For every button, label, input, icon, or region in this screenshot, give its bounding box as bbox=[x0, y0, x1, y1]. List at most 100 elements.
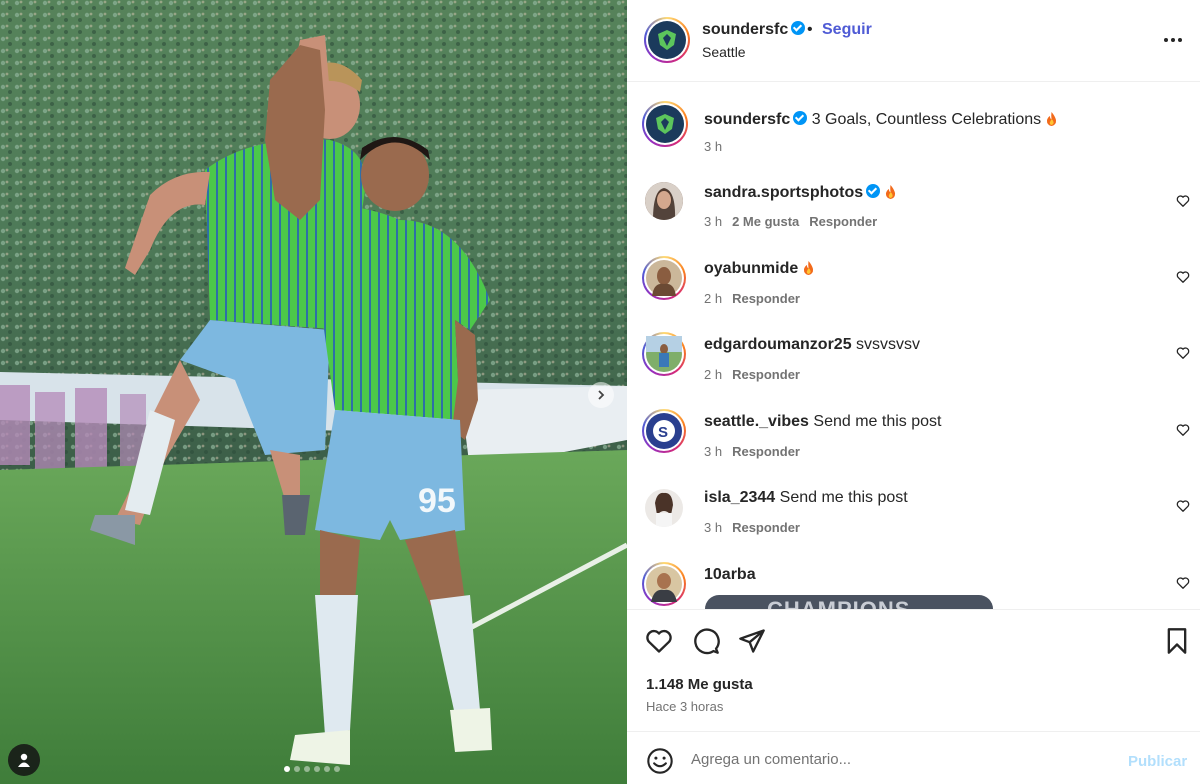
follow-button[interactable]: Seguir bbox=[822, 21, 872, 39]
verified-badge-icon bbox=[791, 21, 806, 35]
post-location[interactable]: Seattle bbox=[702, 44, 746, 60]
comment-input[interactable] bbox=[691, 744, 1111, 774]
comment-item: oyabunmide 2 h Responder bbox=[627, 256, 1200, 328]
fire-emoji-icon bbox=[803, 261, 813, 275]
comment-time: 3 h bbox=[704, 444, 723, 459]
reply-button[interactable]: Responder bbox=[732, 291, 800, 306]
carousel-indicators bbox=[284, 766, 340, 772]
comment-avatar[interactable] bbox=[642, 332, 686, 376]
comment-text: edgardoumanzor25 svsvsvsv bbox=[704, 336, 921, 353]
comment-time: 3 h bbox=[704, 520, 723, 535]
bookmark-icon[interactable] bbox=[1163, 627, 1191, 655]
fire-emoji-icon bbox=[1046, 112, 1056, 126]
comment-username[interactable]: edgardoumanzor25 bbox=[704, 336, 852, 353]
carousel-dot bbox=[324, 766, 330, 772]
comment-item: edgardoumanzor25 svsvsvsv 2 h Responder bbox=[627, 332, 1200, 404]
carousel-dot bbox=[294, 766, 300, 772]
header-separator: • bbox=[807, 21, 813, 38]
avatar-photo bbox=[646, 566, 682, 602]
comment-time: 2 h bbox=[704, 291, 723, 306]
caption: soundersfc 3 Goals, Countless Celebratio… bbox=[627, 101, 1200, 171]
caption-avatar[interactable] bbox=[642, 101, 688, 147]
comment-like-heart-icon[interactable] bbox=[1176, 423, 1190, 437]
post-header: soundersfc • Seguir Seattle bbox=[627, 0, 1200, 82]
comment-image-preview[interactable]: CHAMPIONS bbox=[705, 595, 993, 609]
post-detail-panel: soundersfc • Seguir Seattle soundersfc 3… bbox=[627, 0, 1200, 784]
user-tags-button[interactable] bbox=[8, 744, 40, 776]
comments-list[interactable]: soundersfc 3 Goals, Countless Celebratio… bbox=[627, 83, 1200, 609]
comment-text: sandra.sportsphotos bbox=[704, 184, 896, 202]
comment-time: 3 h bbox=[704, 214, 723, 229]
comment-avatar[interactable] bbox=[645, 489, 683, 527]
caption-username[interactable]: soundersfc bbox=[704, 111, 790, 128]
comment-text: oyabunmide bbox=[704, 260, 814, 278]
carousel-dot-active bbox=[284, 766, 290, 772]
comment-avatar[interactable]: S bbox=[642, 409, 686, 453]
avatar-photo bbox=[645, 182, 683, 220]
carousel-dot bbox=[304, 766, 310, 772]
comment-avatar[interactable] bbox=[642, 256, 686, 300]
caption-time: 3 h bbox=[704, 139, 723, 154]
reply-button[interactable]: Responder bbox=[732, 367, 800, 382]
comment-username[interactable]: oyabunmide bbox=[704, 260, 798, 277]
author-avatar[interactable] bbox=[644, 17, 690, 63]
post-photo: 95 bbox=[0, 0, 627, 784]
comment-meta: 3 h 2 Me gusta Responder bbox=[704, 214, 877, 229]
comment-meta: 3 h Responder bbox=[704, 520, 800, 535]
comment-item: isla_2344 Send me this post 3 h Responder bbox=[627, 487, 1200, 557]
comment-item: sandra.sportsphotos 3 h 2 Me gusta Respond… bbox=[627, 182, 1200, 252]
author-username[interactable]: soundersfc bbox=[702, 21, 806, 39]
chevron-right-icon bbox=[598, 390, 605, 400]
comment-like-heart-icon[interactable] bbox=[1176, 270, 1190, 284]
carousel-next-button[interactable] bbox=[588, 382, 614, 408]
likes-count[interactable]: 1.148 Me gusta bbox=[646, 676, 753, 693]
avatar-photo bbox=[646, 336, 682, 372]
comment-avatar[interactable] bbox=[645, 182, 683, 220]
publish-button[interactable]: Publicar bbox=[1128, 753, 1187, 770]
verified-badge-icon bbox=[793, 111, 808, 125]
sounders-logo-icon bbox=[656, 114, 674, 134]
reply-button[interactable]: Responder bbox=[732, 520, 800, 535]
reply-button[interactable]: Responder bbox=[732, 444, 800, 459]
sounders-logo-icon bbox=[658, 30, 676, 50]
caption-text: soundersfc 3 Goals, Countless Celebratio… bbox=[704, 111, 1057, 129]
comment-text: 10arba bbox=[704, 566, 756, 584]
comment-likes[interactable]: 2 Me gusta bbox=[732, 214, 799, 229]
post-actions: 1.148 Me gusta Hace 3 horas bbox=[627, 609, 1200, 731]
post-media[interactable]: 95 bbox=[0, 0, 627, 784]
post-time[interactable]: Hace 3 horas bbox=[646, 699, 723, 714]
user-tag-icon bbox=[18, 753, 30, 767]
avatar-photo bbox=[645, 489, 683, 527]
comment-time: 2 h bbox=[704, 367, 723, 382]
comment-username[interactable]: seattle._vibes bbox=[704, 413, 809, 430]
comment-image-text: CHAMPIONS bbox=[767, 597, 910, 609]
comment-meta: 2 h Responder bbox=[704, 291, 800, 306]
heart-icon[interactable] bbox=[645, 627, 673, 655]
add-comment-bar: Publicar bbox=[627, 731, 1200, 784]
comment-like-heart-icon[interactable] bbox=[1176, 346, 1190, 360]
avatar-photo: S bbox=[646, 413, 682, 449]
comment-text: isla_2344 Send me this post bbox=[704, 489, 908, 506]
comment-item: S seattle._vibes Send me this post 3 h Re… bbox=[627, 409, 1200, 481]
comment-username[interactable]: isla_2344 bbox=[704, 489, 775, 506]
svg-text:95: 95 bbox=[418, 482, 456, 520]
comment-username[interactable]: 10arba bbox=[704, 566, 756, 583]
comment-text: seattle._vibes Send me this post bbox=[704, 413, 942, 430]
avatar-photo bbox=[646, 260, 682, 296]
comment-meta: 3 h Responder bbox=[704, 444, 800, 459]
carousel-dot bbox=[314, 766, 320, 772]
comment-like-heart-icon[interactable] bbox=[1176, 499, 1190, 513]
comment-icon[interactable] bbox=[692, 627, 720, 655]
comment-like-heart-icon[interactable] bbox=[1176, 576, 1190, 590]
verified-badge-icon bbox=[866, 184, 881, 198]
comment-meta: 2 h Responder bbox=[704, 367, 800, 382]
emoji-icon[interactable] bbox=[646, 747, 674, 775]
more-options-icon[interactable] bbox=[1164, 38, 1182, 42]
fire-emoji-icon bbox=[885, 185, 895, 199]
svg-text:S: S bbox=[658, 424, 668, 441]
comment-like-heart-icon[interactable] bbox=[1176, 194, 1190, 208]
share-icon[interactable] bbox=[738, 627, 766, 655]
comment-username[interactable]: sandra.sportsphotos bbox=[704, 184, 863, 201]
reply-button[interactable]: Responder bbox=[809, 214, 877, 229]
comment-avatar[interactable] bbox=[642, 562, 686, 606]
